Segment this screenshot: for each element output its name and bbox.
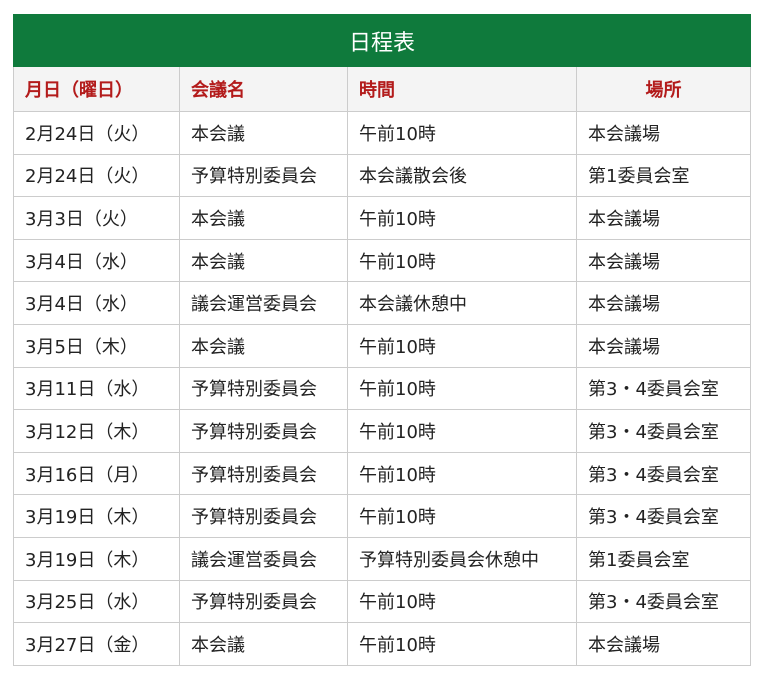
cell-date: 3月3日（火） bbox=[13, 196, 180, 240]
cell-meeting: 本会議 bbox=[179, 622, 348, 666]
cell-place: 本会議場 bbox=[575, 323, 752, 368]
cell-time: 午前10時 bbox=[347, 622, 577, 666]
cell-meeting: 議会運営委員会 bbox=[179, 281, 348, 325]
cell-place: 第3・4委員会室 bbox=[575, 451, 752, 496]
cell-date: 3月11日（水） bbox=[13, 366, 180, 411]
schedule-table-container: 日程表 月日（曜日） 会議名 時間 場所 2月24日（火） 本会議 午前10時 … bbox=[12, 14, 752, 666]
cell-time: 午前10時 bbox=[347, 579, 577, 624]
cell-place: 本会議場 bbox=[575, 238, 752, 283]
cell-time: 予算特別委員会休憩中 bbox=[347, 536, 577, 581]
cell-time: 本会議休憩中 bbox=[347, 281, 577, 325]
cell-time: 午前10時 bbox=[347, 366, 577, 411]
cell-place: 本会議場 bbox=[575, 622, 752, 666]
cell-place: 本会議場 bbox=[575, 111, 752, 155]
cell-date: 3月19日（木） bbox=[13, 494, 180, 538]
cell-meeting: 本会議 bbox=[179, 238, 348, 283]
cell-time: 午前10時 bbox=[347, 111, 577, 155]
cell-time: 午前10時 bbox=[347, 238, 577, 283]
cell-date: 3月16日（月） bbox=[13, 451, 180, 496]
cell-meeting: 予算特別委員会 bbox=[179, 494, 348, 538]
cell-meeting: 本会議 bbox=[179, 111, 348, 155]
table-row: 3月19日（木） 予算特別委員会 午前10時 第3・4委員会室 bbox=[13, 494, 752, 538]
cell-date: 3月25日（水） bbox=[13, 579, 180, 624]
table-row: 3月5日（木） 本会議 午前10時 本会議場 bbox=[13, 323, 752, 368]
cell-place: 第3・4委員会室 bbox=[575, 579, 752, 624]
header-meeting: 会議名 bbox=[179, 66, 348, 112]
cell-meeting: 本会議 bbox=[179, 196, 348, 240]
cell-time: 午前10時 bbox=[347, 323, 577, 368]
cell-meeting: 予算特別委員会 bbox=[179, 366, 348, 411]
cell-place: 第1委員会室 bbox=[575, 153, 752, 198]
header-place: 場所 bbox=[575, 66, 752, 112]
table-body: 2月24日（火） 本会議 午前10時 本会議場 2月24日（火） 予算特別委員会… bbox=[13, 111, 752, 666]
cell-meeting: 予算特別委員会 bbox=[179, 579, 348, 624]
table-title-row: 日程表 bbox=[12, 14, 752, 67]
table-row: 3月4日（水） 議会運営委員会 本会議休憩中 本会議場 bbox=[13, 281, 752, 325]
cell-date: 2月24日（火） bbox=[13, 153, 180, 198]
table-row: 3月16日（月） 予算特別委員会 午前10時 第3・4委員会室 bbox=[13, 451, 752, 496]
table-title: 日程表 bbox=[12, 14, 752, 67]
cell-date: 2月24日（火） bbox=[13, 111, 180, 155]
header-date: 月日（曜日） bbox=[13, 66, 180, 112]
cell-date: 3月4日（水） bbox=[13, 238, 180, 283]
cell-date: 3月5日（木） bbox=[13, 323, 180, 368]
cell-meeting: 予算特別委員会 bbox=[179, 409, 348, 453]
table-row: 3月4日（水） 本会議 午前10時 本会議場 bbox=[13, 238, 752, 283]
table-row: 3月3日（火） 本会議 午前10時 本会議場 bbox=[13, 196, 752, 240]
table-row: 3月12日（木） 予算特別委員会 午前10時 第3・4委員会室 bbox=[13, 409, 752, 453]
cell-date: 3月12日（木） bbox=[13, 409, 180, 453]
cell-time: 午前10時 bbox=[347, 451, 577, 496]
cell-date: 3月19日（木） bbox=[13, 536, 180, 581]
cell-place: 本会議場 bbox=[575, 281, 752, 325]
table-row: 2月24日（火） 予算特別委員会 本会議散会後 第1委員会室 bbox=[13, 153, 752, 198]
cell-place: 本会議場 bbox=[575, 196, 752, 240]
table-row: 3月19日（木） 議会運営委員会 予算特別委員会休憩中 第1委員会室 bbox=[13, 536, 752, 581]
cell-meeting: 予算特別委員会 bbox=[179, 153, 348, 198]
cell-time: 午前10時 bbox=[347, 196, 577, 240]
cell-place: 第1委員会室 bbox=[575, 536, 752, 581]
cell-meeting: 本会議 bbox=[179, 323, 348, 368]
schedule-table: 日程表 月日（曜日） 会議名 時間 場所 2月24日（火） 本会議 午前10時 … bbox=[12, 14, 752, 666]
cell-meeting: 議会運営委員会 bbox=[179, 536, 348, 581]
cell-date: 3月4日（水） bbox=[13, 281, 180, 325]
cell-time: 午前10時 bbox=[347, 409, 577, 453]
cell-place: 第3・4委員会室 bbox=[575, 494, 752, 538]
table-row: 3月11日（水） 予算特別委員会 午前10時 第3・4委員会室 bbox=[13, 366, 752, 411]
cell-place: 第3・4委員会室 bbox=[575, 409, 752, 453]
cell-time: 本会議散会後 bbox=[347, 153, 577, 198]
cell-time: 午前10時 bbox=[347, 494, 577, 538]
table-row: 2月24日（火） 本会議 午前10時 本会議場 bbox=[13, 111, 752, 155]
header-time: 時間 bbox=[347, 66, 577, 112]
cell-place: 第3・4委員会室 bbox=[575, 366, 752, 411]
cell-meeting: 予算特別委員会 bbox=[179, 451, 348, 496]
table-row: 3月25日（水） 予算特別委員会 午前10時 第3・4委員会室 bbox=[13, 579, 752, 624]
table-header-row: 月日（曜日） 会議名 時間 場所 bbox=[13, 66, 752, 112]
table-row: 3月27日（金） 本会議 午前10時 本会議場 bbox=[13, 622, 752, 666]
cell-date: 3月27日（金） bbox=[13, 622, 180, 666]
